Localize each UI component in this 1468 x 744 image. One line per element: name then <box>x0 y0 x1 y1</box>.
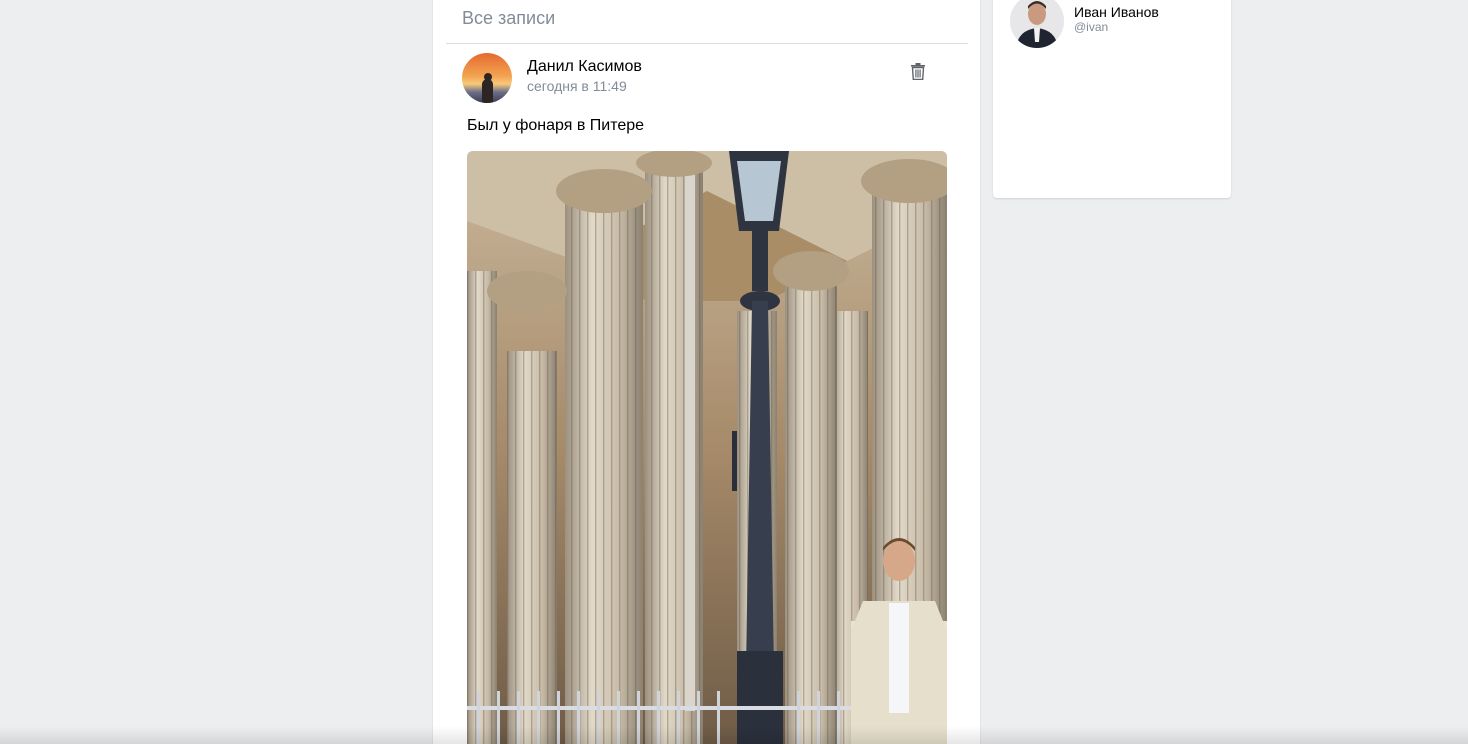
feed-header: Все записи <box>446 0 968 44</box>
avatar-portrait <box>1010 0 1064 48</box>
post-author-name[interactable]: Данил Касимов <box>527 58 642 76</box>
profile-name[interactable]: Иван Иванов <box>1074 4 1159 20</box>
feed-column: Все записи Данил Касимов сегодня в 11:49… <box>432 0 981 744</box>
post-text: Был у фонаря в Питере <box>467 117 645 134</box>
avatar-body-silhouette <box>482 79 493 103</box>
post-timestamp: сегодня в 11:49 <box>527 78 627 94</box>
post-photo[interactable] <box>467 151 947 744</box>
profile-avatar[interactable] <box>1010 0 1064 48</box>
post-author-avatar[interactable] <box>462 53 512 103</box>
feed-title: Все записи <box>462 8 556 28</box>
profile-handle: @ivan <box>1074 20 1109 34</box>
photo-columns-lamp <box>467 151 947 744</box>
profile-card: Иван Иванов @ivan <box>993 0 1231 198</box>
delete-post-button[interactable] <box>907 60 929 82</box>
trash-icon <box>911 62 925 80</box>
